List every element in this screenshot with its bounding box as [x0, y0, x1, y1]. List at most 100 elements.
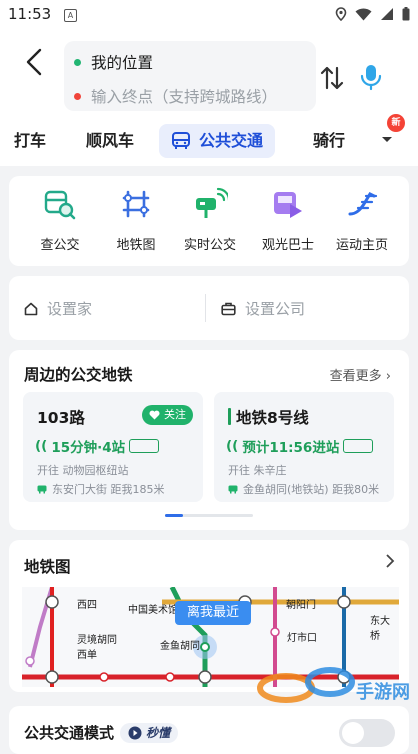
arrival-info: (( 15分钟·4站	[35, 436, 160, 456]
origin-field[interactable]: 我的位置	[74, 51, 153, 73]
arrival-info: (( 预计11:56进站	[226, 436, 374, 456]
quick-action-label: 地铁图	[116, 238, 156, 253]
stop-info: 金鱼胡同(地铁站) 距我80米	[228, 481, 379, 497]
transit-mode-toggle[interactable]	[339, 719, 395, 747]
tab-cycling[interactable]: 骑行	[313, 124, 345, 158]
realtime-signal-icon: ((	[35, 438, 48, 454]
quick-action-bus-search[interactable]: 查公交	[25, 186, 95, 253]
more-tabs-chevron-icon[interactable]	[380, 132, 394, 146]
status-time: 11:53	[8, 5, 52, 23]
nearby-transit: 周边的公交地铁 查看更多 › 103路 关注 (( 15分钟·4站 开往 动物园…	[9, 350, 409, 530]
tab-label: 顺风车	[86, 131, 135, 150]
origin-text: 我的位置	[91, 54, 154, 72]
quick-action-label: 运动主页	[335, 238, 388, 253]
station-label: 金鱼胡同	[160, 641, 200, 652]
line-name: 103路	[37, 409, 85, 427]
station-label: 灯市口	[287, 633, 317, 644]
quick-explain-tag[interactable]: 秒懂	[120, 722, 179, 743]
heart-icon	[149, 410, 160, 420]
voice-mic-icon[interactable]	[356, 62, 386, 92]
arrival-text: 预计11:56进站	[242, 440, 340, 456]
direction-text: 开往 朱辛庄	[228, 464, 287, 477]
line-name: 地铁8号线	[236, 409, 309, 427]
set-home-label: 设置家	[47, 300, 93, 318]
sightseeing-bus-icon	[274, 192, 302, 218]
bus-line-card[interactable]: 103路 关注 (( 15分钟·4站 开往 动物园枢纽站 东安门大街 距我185…	[23, 392, 203, 502]
destination-dot	[74, 92, 81, 100]
crowd-level-icon	[129, 439, 160, 453]
home-icon	[24, 302, 38, 315]
set-company-button[interactable]: 设置公司	[221, 298, 305, 319]
location-icon	[335, 7, 347, 21]
station-label: 东大桥	[370, 616, 390, 642]
watermark-logo: 手游网	[252, 660, 412, 706]
transit-mode-title: 公共交通模式 秒懂	[24, 722, 179, 743]
station-label: 朝阳门	[286, 600, 316, 611]
origin-dot	[74, 58, 81, 66]
back-arrow-icon[interactable]	[22, 46, 50, 78]
quick-action-label: 实时公交	[183, 238, 236, 253]
destination-field[interactable]: 输入终点（支持跨城路线）	[74, 85, 277, 107]
tab-public-transit[interactable]: 公共交通	[159, 124, 276, 158]
tab-taxi[interactable]: 打车	[14, 124, 46, 158]
realtime-signal-icon: ((	[226, 438, 239, 454]
toggle-knob	[342, 722, 364, 744]
watermark-text: 手游网	[356, 682, 410, 703]
quick-action-metro-map[interactable]: 地铁图	[101, 186, 171, 253]
realtime-bus-icon	[196, 187, 231, 218]
bus-icon	[172, 132, 190, 149]
divider	[205, 294, 206, 322]
view-more-label: 查看更多	[329, 369, 382, 384]
station-label: 西四	[77, 600, 97, 611]
view-more-link[interactable]: 查看更多 ›	[330, 365, 391, 384]
chevron-right-icon: ›	[385, 369, 391, 384]
carousel-active-dot	[165, 514, 183, 517]
destination-placeholder: 输入终点（支持跨城路线）	[91, 88, 278, 106]
transit-mode-label: 公共交通模式	[24, 724, 115, 742]
nearest-station-tooltip: 离我最近	[175, 601, 252, 625]
signal-icon	[381, 8, 393, 20]
route-input-box: 我的位置 输入终点（支持跨城路线）	[64, 41, 316, 111]
crowd-level-icon	[343, 439, 374, 453]
quick-action-label: 查公交	[40, 238, 80, 253]
section-title: 地铁图	[24, 558, 71, 576]
tab-carpool[interactable]: 顺风车	[86, 124, 134, 158]
bus-stop-icon	[37, 485, 47, 493]
transit-mode-card: 公共交通模式 秒懂	[9, 706, 409, 754]
arrival-text: 15分钟·4站	[51, 440, 126, 456]
set-company-label: 设置公司	[245, 300, 306, 318]
bus-search-icon	[44, 190, 76, 220]
battery-icon	[402, 7, 410, 21]
sports-home-icon	[348, 192, 378, 216]
play-circle-icon	[128, 726, 142, 739]
wifi-icon	[355, 7, 372, 20]
route-header: 我的位置 输入终点（支持跨城路线） 打车 顺风车 公共交通 骑行 新	[0, 30, 418, 166]
chevron-right-icon[interactable]	[385, 554, 395, 568]
saved-places: 设置家 设置公司	[9, 276, 409, 340]
briefcase-icon	[221, 302, 236, 315]
tab-label: 公共交通	[199, 131, 264, 150]
carousel-indicator	[165, 514, 253, 517]
quick-action-realtime-bus[interactable]: 实时公交	[175, 186, 245, 253]
stop-text: 金鱼胡同(地铁站) 距我80米	[243, 483, 380, 496]
metro-line-card[interactable]: 地铁8号线 (( 预计11:56进站 开往 朱辛庄 金鱼胡同(地铁站) 距我80…	[214, 392, 394, 502]
section-title: 周边的公交地铁	[24, 366, 133, 384]
station-label: 西单	[77, 650, 97, 661]
quick-explain-label: 秒懂	[146, 725, 171, 740]
quick-action-label: 观光巴士	[261, 238, 314, 253]
tab-label: 打车	[14, 131, 47, 150]
new-badge: 新	[387, 114, 405, 132]
station-label: 灵境胡同	[77, 635, 117, 646]
sim-icon: A	[64, 9, 77, 22]
metro-map-icon	[122, 190, 150, 218]
status-bar: 11:53 A	[0, 0, 418, 30]
transport-tabs: 打车 顺风车 公共交通 骑行 新	[0, 114, 418, 162]
quick-action-sightseeing-bus[interactable]: 观光巴士	[253, 186, 323, 253]
set-home-button[interactable]: 设置家	[24, 298, 92, 319]
swap-icon[interactable]	[318, 63, 346, 93]
follow-label: 关注	[164, 408, 186, 421]
direction-text: 开往 动物园枢纽站	[37, 464, 129, 477]
quick-action-sports-home[interactable]: 运动主页	[327, 186, 397, 253]
stop-text: 东安门大街 距我185米	[52, 483, 165, 496]
follow-button[interactable]: 关注	[142, 405, 193, 425]
